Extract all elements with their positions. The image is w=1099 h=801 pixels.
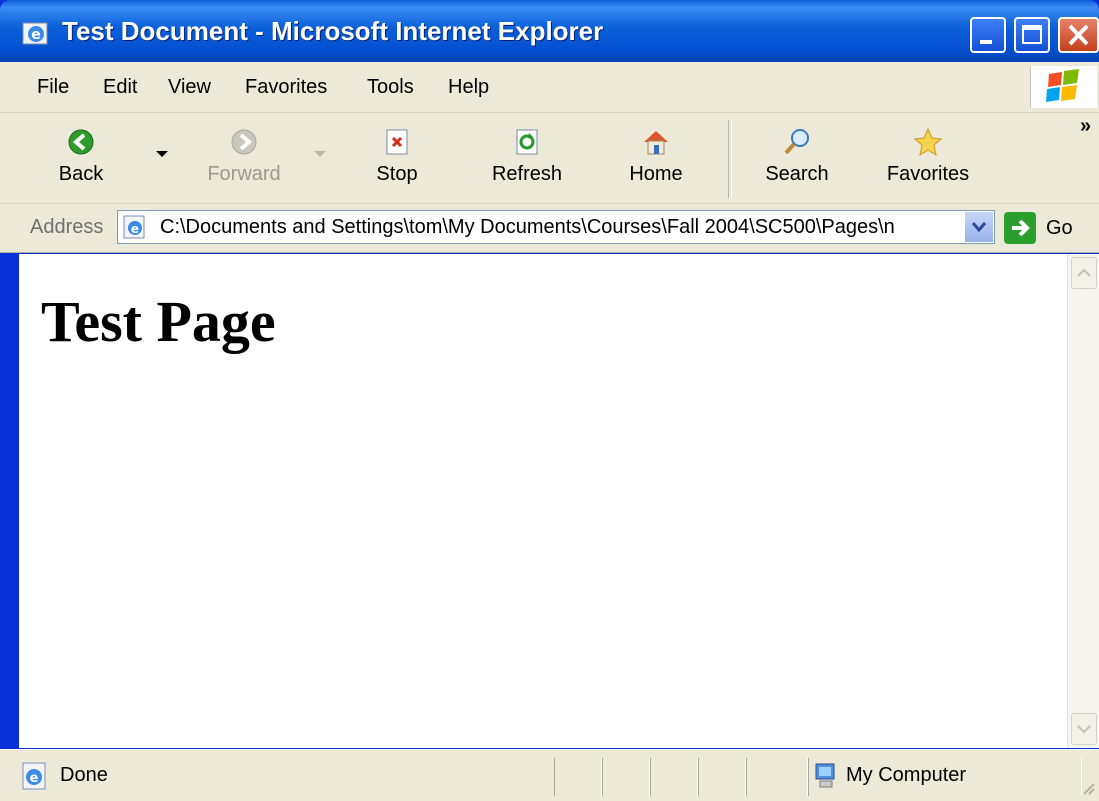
toolbar-separator <box>728 120 732 198</box>
address-bar: Address e C:\Documents and Settings\tom\… <box>0 204 1099 253</box>
menu-file[interactable]: File <box>37 76 69 99</box>
status-pane <box>698 758 746 796</box>
back-history-dropdown[interactable] <box>150 113 174 203</box>
back-label: Back <box>58 163 104 185</box>
dropdown-arrow-icon <box>156 151 168 157</box>
scroll-up-button[interactable] <box>1071 257 1097 289</box>
favorites-star-icon <box>913 127 943 157</box>
address-input[interactable]: e C:\Documents and Settings\tom\My Docum… <box>117 210 995 244</box>
search-button[interactable]: Search <box>752 113 842 203</box>
svg-text:e: e <box>30 771 39 786</box>
search-icon <box>784 129 809 155</box>
forward-history-dropdown[interactable] <box>308 113 332 203</box>
address-value: C:\Documents and Settings\tom\My Documen… <box>160 216 895 238</box>
maximize-icon <box>1022 25 1042 44</box>
window-border-left <box>0 254 19 748</box>
toolbar-overflow-chevron[interactable]: » <box>1080 115 1091 138</box>
standard-toolbar: Back Forward Stop Refresh Home Search Fa… <box>0 113 1099 204</box>
stop-label: Stop <box>376 163 418 185</box>
status-bar: e Done My Computer <box>0 749 1099 801</box>
home-button[interactable]: Home <box>616 113 696 203</box>
resize-grip-icon[interactable] <box>1080 780 1096 796</box>
ie-icon: e <box>22 22 48 45</box>
home-icon <box>644 131 668 155</box>
status-pane <box>602 758 650 796</box>
stop-icon <box>386 129 408 155</box>
menu-tools[interactable]: Tools <box>367 76 414 99</box>
back-arrow-icon <box>68 129 94 155</box>
refresh-icon <box>516 129 538 155</box>
status-pane <box>650 758 698 796</box>
forward-label: Forward <box>207 163 281 185</box>
go-label: Go <box>1046 217 1073 239</box>
address-dropdown-button[interactable] <box>964 212 993 242</box>
home-label: Home <box>629 163 683 185</box>
page-content: Test Page <box>19 254 1067 748</box>
menu-favorites[interactable]: Favorites <box>245 76 327 99</box>
chevron-down-icon <box>971 222 987 233</box>
svg-text:e: e <box>31 27 41 43</box>
search-label: Search <box>765 163 829 185</box>
windows-logo <box>1030 66 1097 108</box>
scroll-down-button[interactable] <box>1071 713 1097 745</box>
dropdown-arrow-icon <box>314 151 326 157</box>
page-heading: Test Page <box>41 289 276 354</box>
close-button[interactable] <box>1058 17 1099 53</box>
address-label: Address <box>30 216 104 238</box>
status-pane <box>554 758 602 796</box>
menu-bar: File Edit View Favorites Tools Help <box>0 62 1099 113</box>
minimize-button[interactable] <box>970 17 1006 53</box>
go-arrow-icon <box>1004 212 1036 244</box>
title-bar[interactable]: e Test Document - Microsoft Internet Exp… <box>0 0 1099 62</box>
status-text: Done <box>60 764 108 786</box>
forward-button[interactable]: Forward <box>196 113 292 203</box>
browser-window: e Test Document - Microsoft Internet Exp… <box>0 0 1099 801</box>
status-pane <box>746 758 808 796</box>
menu-help[interactable]: Help <box>448 76 489 99</box>
back-button[interactable]: Back <box>42 113 120 203</box>
go-button[interactable]: Go <box>1002 211 1096 245</box>
minimize-icon <box>980 40 992 44</box>
page-icon: e <box>123 215 145 239</box>
chevron-down-icon <box>1077 725 1091 734</box>
favorites-button[interactable]: Favorites <box>872 113 984 203</box>
refresh-label: Refresh <box>491 163 563 185</box>
chevron-up-icon <box>1077 268 1091 277</box>
page-done-icon: e <box>22 762 46 790</box>
svg-text:e: e <box>131 222 139 236</box>
maximize-button[interactable] <box>1014 17 1050 53</box>
menu-edit[interactable]: Edit <box>103 76 137 99</box>
stop-button[interactable]: Stop <box>360 113 434 203</box>
my-computer-icon <box>815 763 835 788</box>
menu-view[interactable]: View <box>168 76 211 99</box>
vertical-scrollbar[interactable] <box>1067 254 1099 748</box>
zone-label: My Computer <box>846 764 967 786</box>
window-title: Test Document - Microsoft Internet Explo… <box>62 16 604 46</box>
close-icon <box>1068 24 1089 46</box>
favorites-label: Favorites <box>886 163 970 185</box>
refresh-button[interactable]: Refresh <box>480 113 574 203</box>
forward-arrow-icon <box>231 129 257 155</box>
